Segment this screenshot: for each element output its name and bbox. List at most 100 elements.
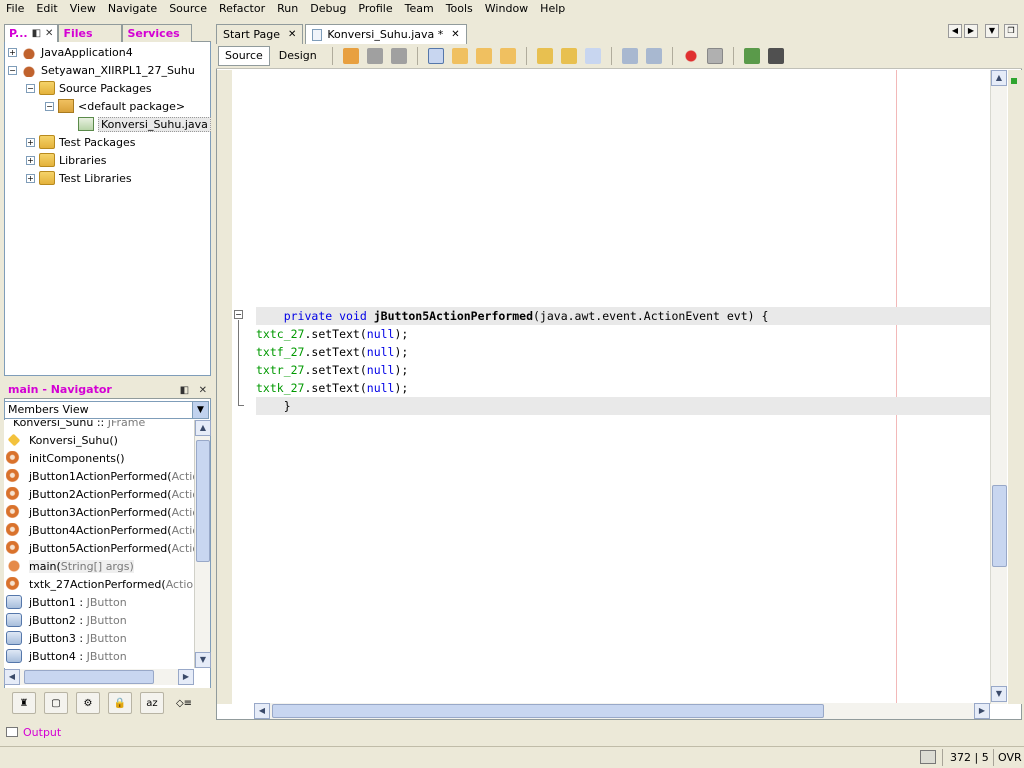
scroll-thumb[interactable]	[992, 485, 1007, 567]
scroll-left-icon[interactable]: ◀	[254, 703, 270, 719]
tree-node[interactable]: + Test Packages	[26, 133, 135, 151]
tab-projects[interactable]: P... ◧ ✕	[4, 24, 59, 42]
scroll-left-icon[interactable]: ◀	[4, 669, 20, 685]
code-line[interactable]: txtf_27.setText(null);	[256, 343, 408, 361]
menu-debug[interactable]: Debug	[304, 0, 352, 18]
toggle-bookmark-icon[interactable]	[584, 48, 601, 64]
navigator-member[interactable]: jButton4 : JButton	[4, 647, 127, 665]
menu-window[interactable]: Window	[479, 0, 534, 18]
tab-files[interactable]: Files	[58, 24, 123, 42]
navigator-member[interactable]: Konversi_Suhu :: JFrame	[4, 420, 145, 431]
stop-macro-icon[interactable]	[706, 48, 723, 64]
expand-icon[interactable]: +	[26, 155, 35, 165]
expand-icon[interactable]: +	[8, 47, 17, 57]
comment-icon[interactable]	[743, 48, 760, 64]
previous-bookmark-icon[interactable]	[536, 48, 553, 64]
output-icon[interactable]	[6, 727, 18, 737]
forward-icon[interactable]	[390, 48, 407, 64]
code-line[interactable]: txtr_27.setText(null);	[256, 361, 408, 379]
close-icon[interactable]: ✕	[451, 29, 459, 40]
minimize-icon[interactable]: ◧	[32, 26, 41, 42]
editor-tab[interactable]: Konversi_Suhu.java * ✕	[305, 24, 467, 44]
code-line[interactable]: }	[256, 397, 990, 415]
scroll-up-icon[interactable]: ▲	[991, 70, 1007, 86]
close-icon[interactable]: ✕	[288, 29, 296, 40]
tab-scroll-left-icon[interactable]: ◀	[948, 24, 962, 38]
menu-view[interactable]: View	[64, 0, 102, 18]
tree-node[interactable]: − <default package>	[45, 97, 185, 115]
tree-node[interactable]: + Test Libraries	[26, 169, 132, 187]
toggle-highlight-icon[interactable]	[499, 48, 516, 64]
shift-left-icon[interactable]	[621, 48, 638, 64]
shift-right-icon[interactable]	[645, 48, 662, 64]
menu-file[interactable]: File	[0, 0, 30, 18]
code-line[interactable]: txtc_27.setText(null);	[256, 325, 408, 343]
chevron-down-icon[interactable]: ▼	[192, 402, 208, 418]
output-button[interactable]: Output	[23, 726, 61, 739]
tab-scroll-right-icon[interactable]: ▶	[964, 24, 978, 38]
collapse-icon[interactable]: −	[26, 83, 35, 93]
menu-edit[interactable]: Edit	[30, 0, 63, 18]
editor-tab[interactable]: Start Page ✕	[216, 24, 304, 44]
start-macro-icon[interactable]	[682, 48, 699, 64]
code-line[interactable]: private void jButton5ActionPerformed(jav…	[256, 307, 990, 325]
scroll-thumb[interactable]	[272, 704, 824, 718]
navigator-member[interactable]: initComponents()	[4, 449, 125, 467]
navigator-member[interactable]: main(String[] args)	[4, 557, 134, 575]
navigator-member[interactable]: jButton2 : JButton	[4, 611, 127, 629]
navigator-member[interactable]: jButton3 : JButton	[4, 629, 127, 647]
tab-services[interactable]: Services	[122, 24, 193, 42]
scroll-right-icon[interactable]: ▶	[974, 703, 990, 719]
navigator-member[interactable]: txtk_27ActionPerformed(ActionEve	[4, 575, 194, 593]
expand-icon[interactable]: +	[26, 137, 35, 147]
navigator-member[interactable]: jButton1 : JButton	[4, 593, 127, 611]
menu-refactor[interactable]: Refactor	[213, 0, 271, 18]
filter-private-icon[interactable]: 🔒	[108, 692, 132, 714]
last-edit-icon[interactable]	[342, 48, 359, 64]
scroll-right-icon[interactable]: ▶	[178, 669, 194, 685]
close-icon[interactable]: ✕	[45, 26, 53, 42]
tree-node[interactable]: + Libraries	[26, 151, 107, 169]
collapse-icon[interactable]: −	[8, 65, 17, 75]
collapse-icon[interactable]: −	[45, 101, 54, 111]
editor-horizontal-scrollbar[interactable]: ◀ ▶	[254, 703, 990, 719]
source-view-button[interactable]: Source	[218, 46, 270, 66]
navigator-member[interactable]: jButton3ActionPerformed(ActionEv	[4, 503, 194, 521]
filter-static-icon[interactable]: ⚙	[76, 692, 100, 714]
scroll-thumb[interactable]	[24, 670, 154, 684]
expand-icon[interactable]: +	[26, 173, 35, 183]
menu-profile[interactable]: Profile	[352, 0, 398, 18]
tab-list-icon[interactable]: ▼	[985, 24, 999, 38]
scroll-thumb[interactable]	[196, 440, 210, 562]
menu-run[interactable]: Run	[271, 0, 304, 18]
menu-navigate[interactable]: Navigate	[102, 0, 163, 18]
code-line[interactable]: txtk_27.setText(null);	[256, 379, 408, 397]
navigator-member[interactable]: jButton4ActionPerformed(ActionEv	[4, 521, 194, 539]
minimize-icon[interactable]: ◧	[180, 385, 189, 396]
navigator-member[interactable]: Konversi_Suhu()	[4, 431, 118, 449]
scroll-down-icon[interactable]: ▼	[991, 686, 1007, 702]
navigator-member[interactable]: jButton5ActionPerformed(ActionEv	[4, 539, 194, 557]
editor-vertical-scrollbar[interactable]: ▲ ▼	[990, 70, 1007, 704]
menu-help[interactable]: Help	[534, 0, 571, 18]
filter-options-icon[interactable]: ◇≡	[172, 692, 196, 714]
navigator-horizontal-scrollbar[interactable]: ◀ ▶	[4, 669, 194, 685]
filter-fields-icon[interactable]: ▢	[44, 692, 68, 714]
menu-team[interactable]: Team	[399, 0, 440, 18]
navigator-member[interactable]: jButton2ActionPerformed(ActionEv	[4, 485, 194, 503]
find-previous-icon[interactable]	[451, 48, 468, 64]
close-icon[interactable]: ✕	[199, 385, 207, 396]
uncomment-icon[interactable]	[767, 48, 784, 64]
navigator-member[interactable]: jButton1ActionPerformed(ActionEv	[4, 467, 194, 485]
sort-alpha-icon[interactable]: az	[140, 692, 164, 714]
next-bookmark-icon[interactable]	[560, 48, 577, 64]
scroll-up-icon[interactable]: ▲	[195, 420, 211, 436]
show-inherited-icon[interactable]: ♜	[12, 692, 36, 714]
design-view-button[interactable]: Design	[272, 46, 324, 66]
back-icon[interactable]	[366, 48, 383, 64]
notifications-icon[interactable]	[920, 750, 936, 764]
tree-node[interactable]: Konversi_Suhu.java	[65, 115, 211, 133]
menu-source[interactable]: Source	[163, 0, 213, 18]
tree-node[interactable]: + JavaApplication4	[8, 43, 133, 61]
find-icon[interactable]	[427, 48, 444, 64]
